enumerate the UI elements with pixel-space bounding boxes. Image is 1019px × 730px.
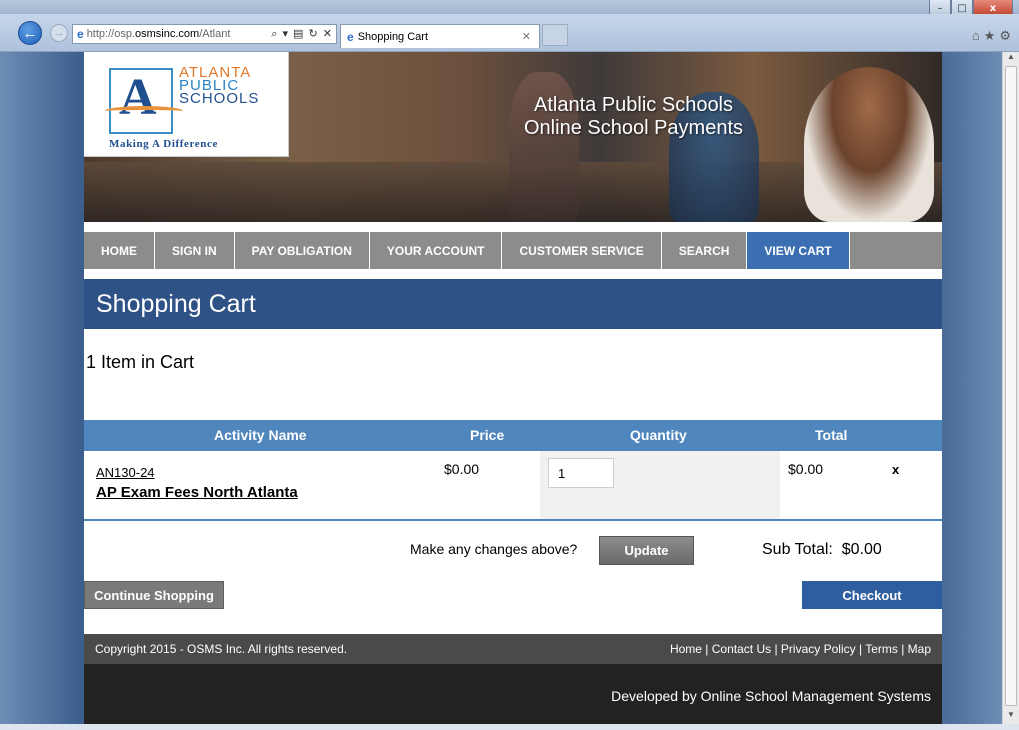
header-banner: A ATLANTA PUBLIC SCHOOLS Making A Differ…	[84, 52, 942, 222]
browser-toolbar: ← → e http://osp. osmsinc.com/Atlant ⌕ ▾ …	[0, 14, 1019, 52]
footer-link-privacy[interactable]: Privacy Policy	[781, 642, 856, 656]
checkout-button[interactable]: Checkout	[802, 581, 942, 609]
logo-text: ATLANTA PUBLIC SCHOOLS	[179, 65, 260, 107]
window-bottom-edge	[0, 724, 1019, 730]
menu-item-search[interactable]: SEARCH	[662, 232, 748, 269]
menu-item-sign-in[interactable]: SIGN IN	[155, 232, 235, 269]
activity-code-link[interactable]: AN130-24	[96, 465, 155, 480]
logo-tagline: Making A Difference	[109, 138, 218, 150]
vertical-scrollbar[interactable]: ▲ ▼	[1002, 52, 1019, 724]
menu-item-customer-service[interactable]: CUSTOMER SERVICE	[502, 232, 662, 269]
column-header-activity: Activity Name	[214, 427, 307, 443]
tab-close-icon[interactable]: ✕	[522, 30, 531, 43]
changes-prompt: Make any changes above?	[410, 541, 578, 557]
main-menu: HOME SIGN IN PAY OBLIGATION YOUR ACCOUNT…	[84, 232, 942, 269]
column-header-total: Total	[815, 427, 848, 443]
address-bar[interactable]: e http://osp. osmsinc.com/Atlant ⌕ ▾ ▤ ↻ …	[72, 24, 337, 44]
quantity-input[interactable]: 1	[548, 458, 614, 488]
banner-title-line1: Atlanta Public Schools	[534, 94, 734, 116]
address-suffix: /Atlant	[199, 28, 231, 40]
cart-table-header: Activity Name Price Quantity Total	[84, 420, 942, 451]
scroll-down-icon[interactable]: ▼	[1003, 710, 1019, 724]
window-title-bar: – □ x	[0, 0, 1019, 17]
tab-shopping-cart[interactable]: e Shopping Cart ✕	[340, 24, 540, 48]
column-header-price: Price	[470, 427, 505, 443]
scroll-up-icon[interactable]: ▲	[1003, 52, 1019, 66]
page-content: A ATLANTA PUBLIC SCHOOLS Making A Differ…	[84, 52, 942, 724]
column-header-quantity: Quantity	[630, 427, 687, 443]
footer-link-terms[interactable]: Terms	[865, 642, 898, 656]
back-button[interactable]: ←	[18, 21, 42, 45]
ie-tab-icon: e	[347, 29, 354, 44]
ie-icon: e	[77, 27, 84, 41]
tab-title: Shopping Cart	[357, 30, 429, 43]
forward-button[interactable]: →	[50, 24, 68, 42]
update-button[interactable]: Update	[599, 536, 694, 565]
developer-credit: Developed by Online School Management Sy…	[611, 688, 931, 704]
logo-line3: SCHOOLS	[179, 90, 260, 107]
menu-item-your-account[interactable]: YOUR ACCOUNT	[370, 232, 503, 269]
address-tools-icon[interactable]: ⌕ ▾ ▤ ↻ ✕	[271, 27, 336, 41]
item-price: $0.00	[444, 461, 480, 477]
remove-item-icon[interactable]: x	[892, 462, 899, 477]
browser-right-icons: ⌂★⚙	[972, 28, 1015, 44]
scrollbar-thumb[interactable]	[1005, 66, 1017, 706]
item-total: $0.00	[788, 461, 824, 477]
footer-link-contact[interactable]: Contact Us	[712, 642, 771, 656]
subtotal-value: $0.00	[841, 541, 882, 558]
footer-bar: Copyright 2015 - OSMS Inc. All rights re…	[84, 634, 942, 664]
footer-credits: Developed by Online School Management Sy…	[84, 664, 942, 724]
continue-shopping-button[interactable]: Continue Shopping	[84, 581, 224, 609]
menu-item-view-cart[interactable]: VIEW CART	[747, 232, 850, 269]
address-host: osmsinc.com	[135, 28, 200, 40]
cart-item-count: 1 Item in Cart	[86, 352, 195, 372]
subtotal: Sub Total: $0.00	[762, 541, 882, 559]
address-prefix: http://osp.	[86, 28, 135, 40]
menu-item-pay-obligation[interactable]: PAY OBLIGATION	[235, 232, 370, 269]
footer-links: Home | Contact Us | Privacy Policy | Ter…	[669, 642, 931, 656]
quantity-cell: 1	[540, 451, 780, 519]
logo[interactable]: A ATLANTA PUBLIC SCHOOLS Making A Differ…	[84, 52, 289, 157]
table-row: 1 AN130-24 AP Exam Fees North Atlanta $0…	[84, 451, 942, 521]
page-title: Shopping Cart	[84, 279, 942, 329]
new-tab-button[interactable]	[542, 24, 568, 46]
menu-item-home[interactable]: HOME	[84, 232, 155, 269]
copyright-text: Copyright 2015 - OSMS Inc. All rights re…	[95, 642, 348, 656]
banner-photo-student-smiling	[804, 67, 934, 222]
banner-title-line2: Online School Payments	[524, 117, 744, 139]
subtotal-label: Sub Total:	[762, 541, 833, 558]
banner-title: Atlanta Public Schools Online School Pay…	[524, 94, 743, 140]
home-icon[interactable]: ⌂	[972, 28, 984, 43]
footer-link-home[interactable]: Home	[670, 642, 702, 656]
activity-name-link[interactable]: AP Exam Fees North Atlanta	[96, 484, 298, 501]
footer-link-map[interactable]: Map	[908, 642, 931, 656]
logo-a-icon: A	[105, 68, 183, 134]
favorites-star-icon[interactable]: ★	[984, 28, 1000, 43]
settings-gear-icon[interactable]: ⚙	[999, 28, 1015, 43]
